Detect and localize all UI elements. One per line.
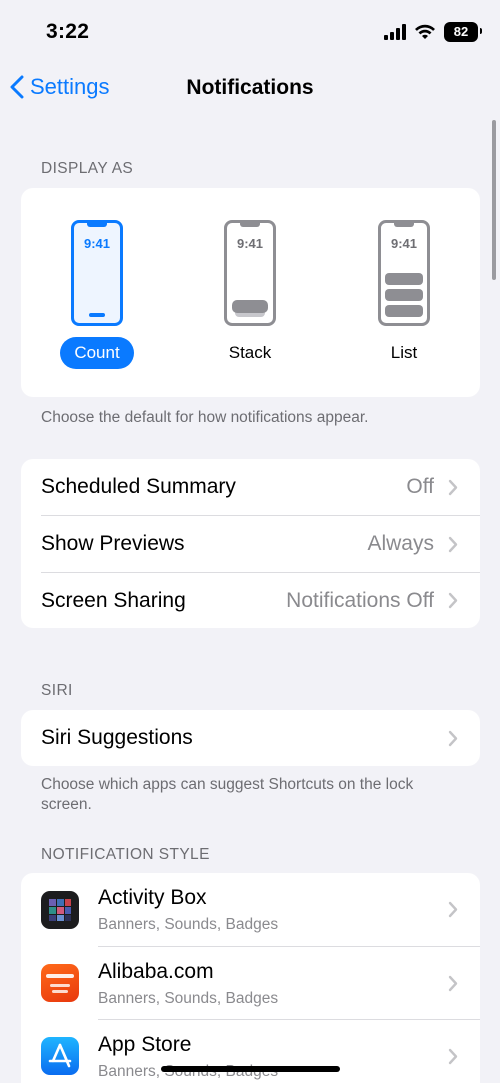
app-store-icon [41,1037,79,1075]
home-indicator[interactable] [161,1066,340,1072]
app-row-alibaba[interactable]: Alibaba.com Banners, Sounds, Badges [21,947,480,1019]
chevron-left-icon [10,75,24,99]
chevron-right-icon [448,479,458,495]
status-icons: 82 [384,22,482,42]
alibaba-icon [41,964,79,1002]
row-label: Siri Suggestions [41,726,193,749]
show-previews-row[interactable]: Show Previews Always [21,516,480,572]
chevron-right-icon [448,730,458,746]
navigation-bar: Settings Notifications [0,70,500,110]
scroll-indicator[interactable] [492,120,496,280]
display-option-label: List [390,343,418,362]
row-label: Scheduled Summary [41,475,236,498]
battery-indicator: 82 [444,22,482,42]
notification-style-card: Activity Box Banners, Sounds, Badges Ali… [21,873,480,1083]
siri-header: SIRI [41,682,73,699]
siri-suggestions-row[interactable]: Siri Suggestions [21,710,480,766]
display-option-stack[interactable]: 9:41 Stack [200,220,300,369]
siri-card: Siri Suggestions [21,710,480,766]
notification-settings-card: Scheduled Summary Off Show Previews Alwa… [21,459,480,628]
row-label: Screen Sharing [41,588,186,612]
app-row-app-store[interactable]: App Store Banners, Sounds, Badges [21,1020,480,1083]
app-detail: Banners, Sounds, Badges [98,916,279,933]
status-time: 3:22 [46,20,90,43]
cellular-signal-icon [384,24,406,40]
chevron-right-icon [448,975,458,992]
back-button[interactable]: Settings [10,74,110,100]
screen-sharing-row[interactable]: Screen Sharing Notifications Off [21,573,480,628]
app-name: Alibaba.com [98,960,214,983]
app-row-activity-box[interactable]: Activity Box Banners, Sounds, Badges [21,873,480,946]
app-detail: Banners, Sounds, Badges [98,990,279,1007]
chevron-right-icon [448,1048,458,1065]
chevron-right-icon [448,901,458,918]
display-as-card: 9:41 Count 9:41 Stack 9:41 List [21,188,480,397]
app-name: Activity Box [98,886,207,909]
stack-phone-icon: 9:41 [224,220,276,326]
app-name: App Store [98,1033,192,1056]
display-as-footnote: Choose the default for how notifications… [41,409,369,426]
back-button-label: Settings [30,74,110,99]
row-value: Notifications Off [286,588,434,612]
row-label: Show Previews [41,532,185,555]
display-option-label: Count [60,337,134,369]
activity-box-icon [41,891,79,929]
display-as-header: DISPLAY AS [41,160,134,177]
notification-style-header: NOTIFICATION STYLE [41,846,210,863]
siri-footnote: Choose which apps can suggest Shortcuts … [41,776,414,813]
list-phone-icon: 9:41 [378,220,430,326]
status-bar: 3:22 82 [0,0,500,62]
display-option-label: Stack [228,343,272,362]
display-option-count[interactable]: 9:41 Count [47,220,147,369]
display-option-list[interactable]: 9:41 List [354,220,454,369]
chevron-right-icon [448,592,458,609]
chevron-right-icon [448,536,458,552]
row-value: Always [367,532,434,555]
row-value: Off [406,475,434,498]
scheduled-summary-row[interactable]: Scheduled Summary Off [21,459,480,515]
count-phone-icon: 9:41 [71,220,123,326]
wifi-icon [415,24,435,39]
